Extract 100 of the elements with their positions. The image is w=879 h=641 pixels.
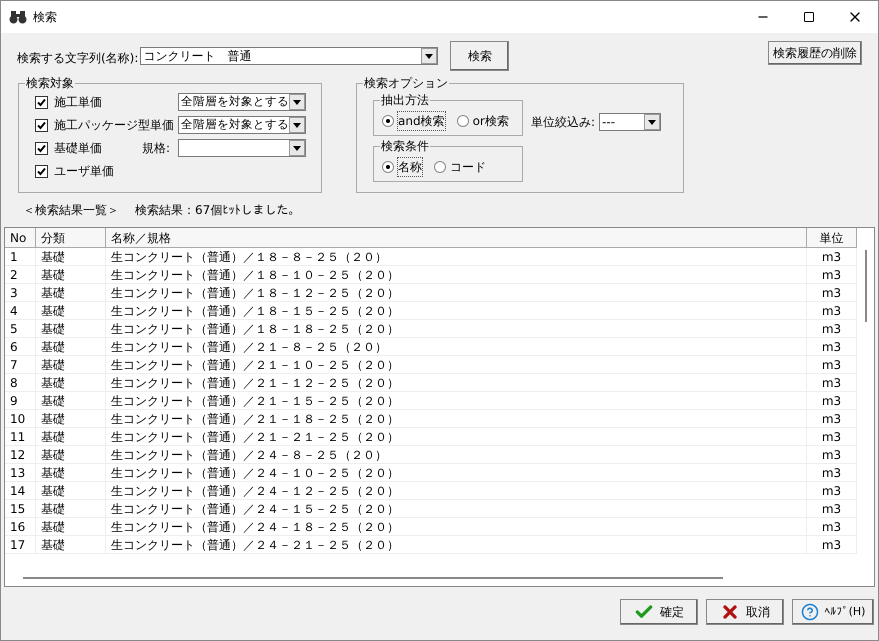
- search-value: コンクリート 普通: [143, 48, 252, 65]
- dropdown-value: 全階層を対象とする: [181, 116, 289, 134]
- table-cell: 7: [5, 356, 36, 373]
- table-cell: 基礎: [36, 284, 106, 301]
- radio-label: and検索: [398, 112, 445, 130]
- table-cell: 生コンクリート（普通）／２４－１０－２５（２０）: [106, 464, 807, 481]
- dropdown-value: 全階層を対象とする: [181, 93, 289, 110]
- dialog-button[interactable]: 確定: [620, 599, 698, 625]
- table-cell: 基礎: [36, 464, 106, 481]
- table-cell: 15: [5, 500, 36, 517]
- table-cell: 10: [5, 410, 36, 427]
- table-cell: m3: [807, 428, 857, 445]
- table-cell: 基礎: [36, 536, 106, 553]
- column-header[interactable]: 分類: [36, 228, 106, 248]
- table-cell: m3: [807, 464, 857, 481]
- table-cell: 基礎: [36, 518, 106, 535]
- table-cell: 3: [5, 284, 36, 301]
- table-cell: 生コンクリート（普通）／２１－８－２５（２０）: [106, 338, 807, 355]
- clear-history-button[interactable]: 検索履歴の削除: [768, 41, 862, 65]
- table-cell: 基礎: [36, 446, 106, 463]
- table-cell: 生コンクリート（普通）／２１－１５－２５（２０）: [106, 392, 807, 409]
- scope-dropdown[interactable]: 全階層を対象とする: [178, 93, 306, 111]
- table-cell: 5: [5, 320, 36, 337]
- search-button[interactable]: 検索: [450, 41, 510, 71]
- table-cell: 生コンクリート（普通）／１８－１８－２５（２０）: [106, 320, 807, 337]
- table-cell: 基礎: [36, 248, 106, 265]
- table-cell: m3: [807, 266, 857, 283]
- table-cell: 生コンクリート（普通）／１８－１２－２５（２０）: [106, 284, 807, 301]
- column-header[interactable]: No: [5, 228, 36, 248]
- table-cell: 12: [5, 446, 36, 463]
- vertical-scrollbar[interactable]: [864, 250, 866, 322]
- checkbox[interactable]: [35, 118, 48, 132]
- checkbox-label: 施工パッケージ型単価: [54, 117, 175, 134]
- table-cell: 1: [5, 248, 36, 265]
- table-cell: 基礎: [36, 356, 106, 373]
- horizontal-scrollbar[interactable]: [23, 577, 723, 579]
- table-cell: 生コンクリート（普通）／２４－８－２５（２０）: [106, 446, 807, 463]
- radio-button[interactable]: [434, 161, 446, 173]
- table-cell: 生コンクリート（普通）／２４－１８－２５（２０）: [106, 518, 807, 535]
- radio-button[interactable]: [382, 161, 394, 173]
- table-cell: m3: [807, 500, 857, 517]
- column-header[interactable]: 単位: [807, 228, 857, 248]
- group-title: 検索対象: [25, 75, 75, 91]
- dialog-button[interactable]: ﾍﾙﾌﾟ(H): [792, 599, 874, 625]
- table-cell: 生コンクリート（普通）／２４－１５－２５（２０）: [106, 500, 807, 517]
- table-cell: m3: [807, 356, 857, 373]
- checkbox[interactable]: [35, 142, 48, 154]
- search-label: 検索する文字列(名称):: [17, 50, 138, 67]
- table-cell: 基礎: [36, 500, 106, 517]
- table-cell: m3: [807, 446, 857, 463]
- group-title: 検索オプション: [363, 75, 449, 91]
- column-header[interactable]: 名称／規格: [106, 228, 807, 248]
- maximize-icon: [803, 11, 815, 23]
- checkbox[interactable]: [35, 164, 48, 178]
- table-cell: 生コンクリート（普通）／２４－１２－２５（２０）: [106, 482, 807, 499]
- table-cell: m3: [807, 302, 857, 319]
- table-cell: 生コンクリート（普通）／１８－１０－２５（２０）: [106, 266, 807, 283]
- table-cell: 基礎: [36, 338, 106, 355]
- checkbox[interactable]: [35, 96, 48, 108]
- binoculars-icon: [9, 10, 27, 24]
- table-cell: m3: [807, 284, 857, 301]
- table-cell: m3: [807, 248, 857, 265]
- table-cell: 9: [5, 392, 36, 409]
- table-cell: 生コンクリート（普通）／１８－８－２５（２０）: [106, 248, 807, 265]
- radio-label: コード: [450, 159, 486, 176]
- table-cell: 17: [5, 536, 36, 553]
- dialog-button[interactable]: 取消: [706, 599, 784, 625]
- table-cell: 11: [5, 428, 36, 445]
- table-cell: m3: [807, 536, 857, 553]
- unit-filter-label: 単位絞込み:: [531, 114, 596, 131]
- table-cell: 基礎: [36, 410, 106, 427]
- table-cell: m3: [807, 320, 857, 337]
- search-field[interactable]: コンクリート 普通: [140, 47, 438, 65]
- checkbox-label: ユーザ単価: [54, 163, 115, 180]
- table-cell: m3: [807, 518, 857, 535]
- table-cell: 基礎: [36, 374, 106, 391]
- checkbox-label: 基礎単価: [54, 140, 103, 157]
- spec-label: 規格:: [142, 140, 172, 157]
- table-cell: 6: [5, 338, 36, 355]
- table-cell: 基礎: [36, 302, 106, 319]
- table-cell: 基礎: [36, 392, 106, 409]
- window-title: 検索: [33, 9, 57, 26]
- radio-button[interactable]: [456, 115, 469, 127]
- table-cell: 4: [5, 302, 36, 319]
- table-cell: 基礎: [36, 266, 106, 283]
- spec-dropdown[interactable]: [178, 139, 306, 157]
- radio-label: or検索: [472, 113, 509, 130]
- table-cell: m3: [807, 410, 857, 427]
- unit-filter-dropdown[interactable]: ---: [599, 113, 662, 131]
- table-cell: m3: [807, 338, 857, 355]
- radio-button[interactable]: [382, 115, 394, 127]
- table-cell: m3: [807, 374, 857, 391]
- table-cell: 2: [5, 266, 36, 283]
- table-cell: 基礎: [36, 320, 106, 337]
- checkbox-label: 施工単価: [54, 94, 103, 111]
- dropdown-value: ---: [602, 114, 616, 131]
- scope-dropdown[interactable]: 全階層を対象とする: [178, 116, 306, 134]
- table-cell: 基礎: [36, 428, 106, 445]
- table-cell: 生コンクリート（普通）／２１－２１－２５（２０）: [106, 428, 807, 445]
- table-cell: m3: [807, 482, 857, 499]
